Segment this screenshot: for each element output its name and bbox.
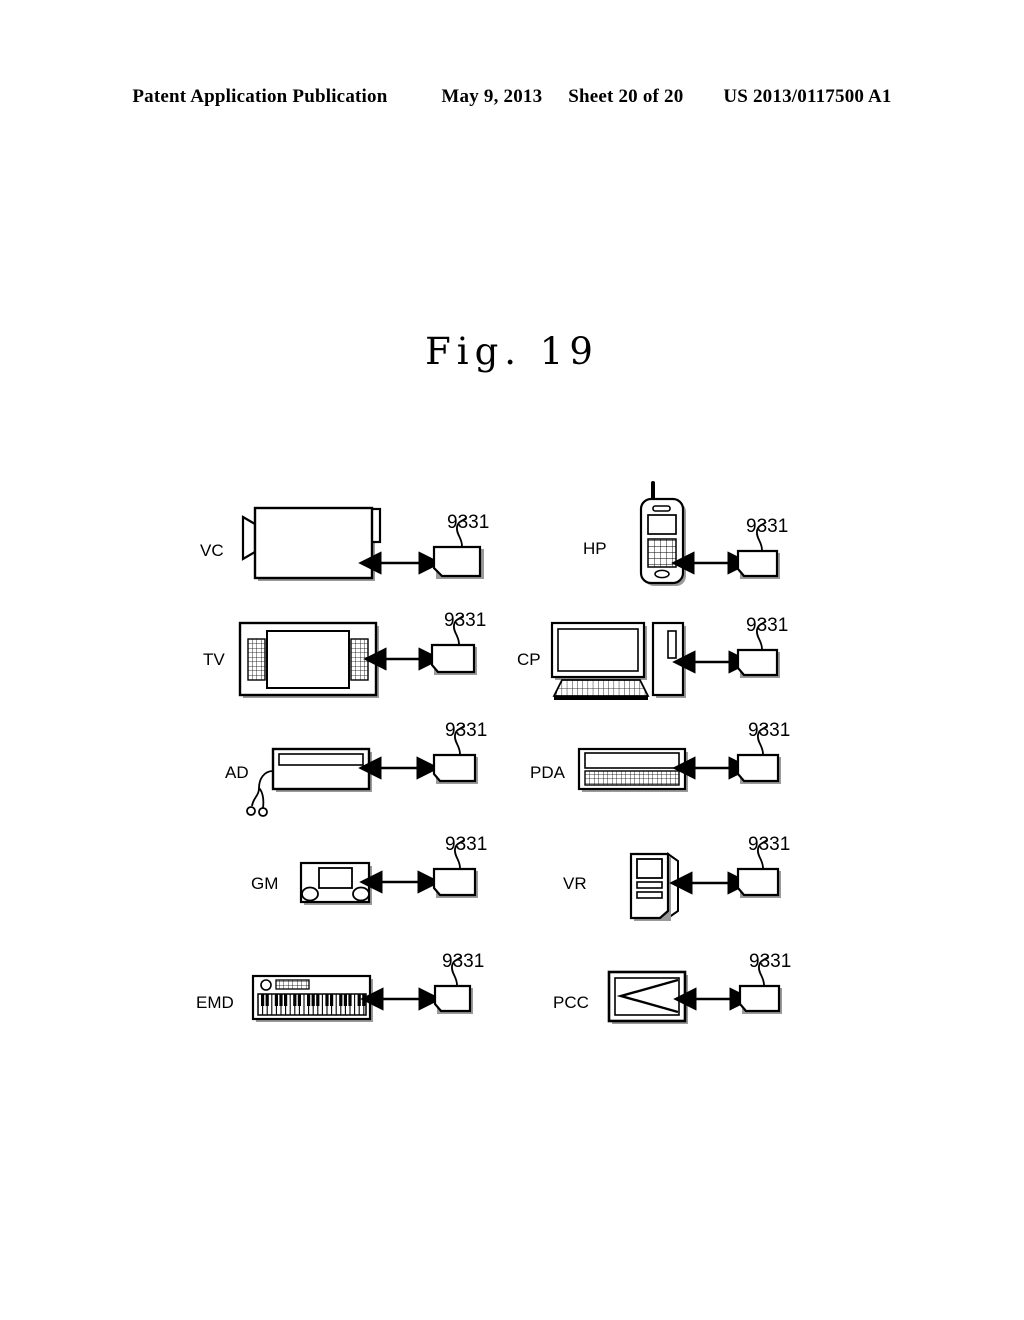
device-group-hp: HP 9331 [583,481,788,586]
memory-card-ad [432,753,478,784]
device-label-vc: VC [200,541,224,560]
ref-numeral-pda: 9331 [748,720,790,741]
device-label-cp: CP [517,650,541,669]
device-group-vc: VC 9331 [200,506,489,581]
ref-numeral-cp: 9331 [746,615,788,636]
television-icon [238,621,379,698]
game-machine-icon [299,861,372,905]
audio-player-icon [246,747,372,817]
device-label-pda: PDA [530,763,566,782]
device-label-tv: TV [203,650,225,669]
device-label-vr: VR [563,874,587,893]
device-group-cp: CP 9331 [517,615,788,700]
memory-card-pcc [738,984,782,1014]
device-group-gm: GM 9331 [251,834,487,905]
mobile-phone-icon [639,481,686,586]
figure-19-diagram: VC 9331 HP 9331 TV 9331 CP 9331 AD 9331 … [0,0,1024,1320]
device-group-ad: AD 9331 [225,720,487,817]
memory-card-hp [736,549,780,579]
device-label-ad: AD [225,763,249,782]
video-camera-icon [241,506,382,581]
pc-card-icon [607,970,688,1024]
device-label-hp: HP [583,539,607,558]
video-recorder-icon [629,852,679,921]
device-label-pcc: PCC [553,993,589,1012]
device-group-vr: VR 9331 [563,834,790,921]
ref-numeral-gm: 9331 [445,834,487,855]
memory-card-vr [736,867,781,898]
device-group-emd: EMD 9331 [196,951,484,1022]
music-keyboard-icon [251,974,373,1022]
computer-icon [550,621,686,700]
device-label-gm: GM [251,874,278,893]
ref-numeral-tv: 9331 [444,610,486,631]
memory-card-gm [432,867,478,898]
device-group-pda: PDA 9331 [530,720,790,792]
device-group-pcc: PCC 9331 [553,951,791,1024]
ref-numeral-pcc: 9331 [749,951,791,972]
memory-card-tv [430,643,477,675]
device-label-emd: EMD [196,993,234,1012]
ref-numeral-vr: 9331 [748,834,790,855]
memory-card-pda [736,753,781,784]
memory-card-cp [736,648,780,678]
ref-numeral-hp: 9331 [746,516,788,537]
ref-numeral-ad: 9331 [445,720,487,741]
ref-numeral-vc: 9331 [447,512,489,533]
memory-card-vc [432,545,484,579]
memory-card-emd [433,984,473,1014]
ref-numeral-emd: 9331 [442,951,484,972]
device-group-tv: TV 9331 [203,610,486,698]
pda-icon [577,747,688,792]
